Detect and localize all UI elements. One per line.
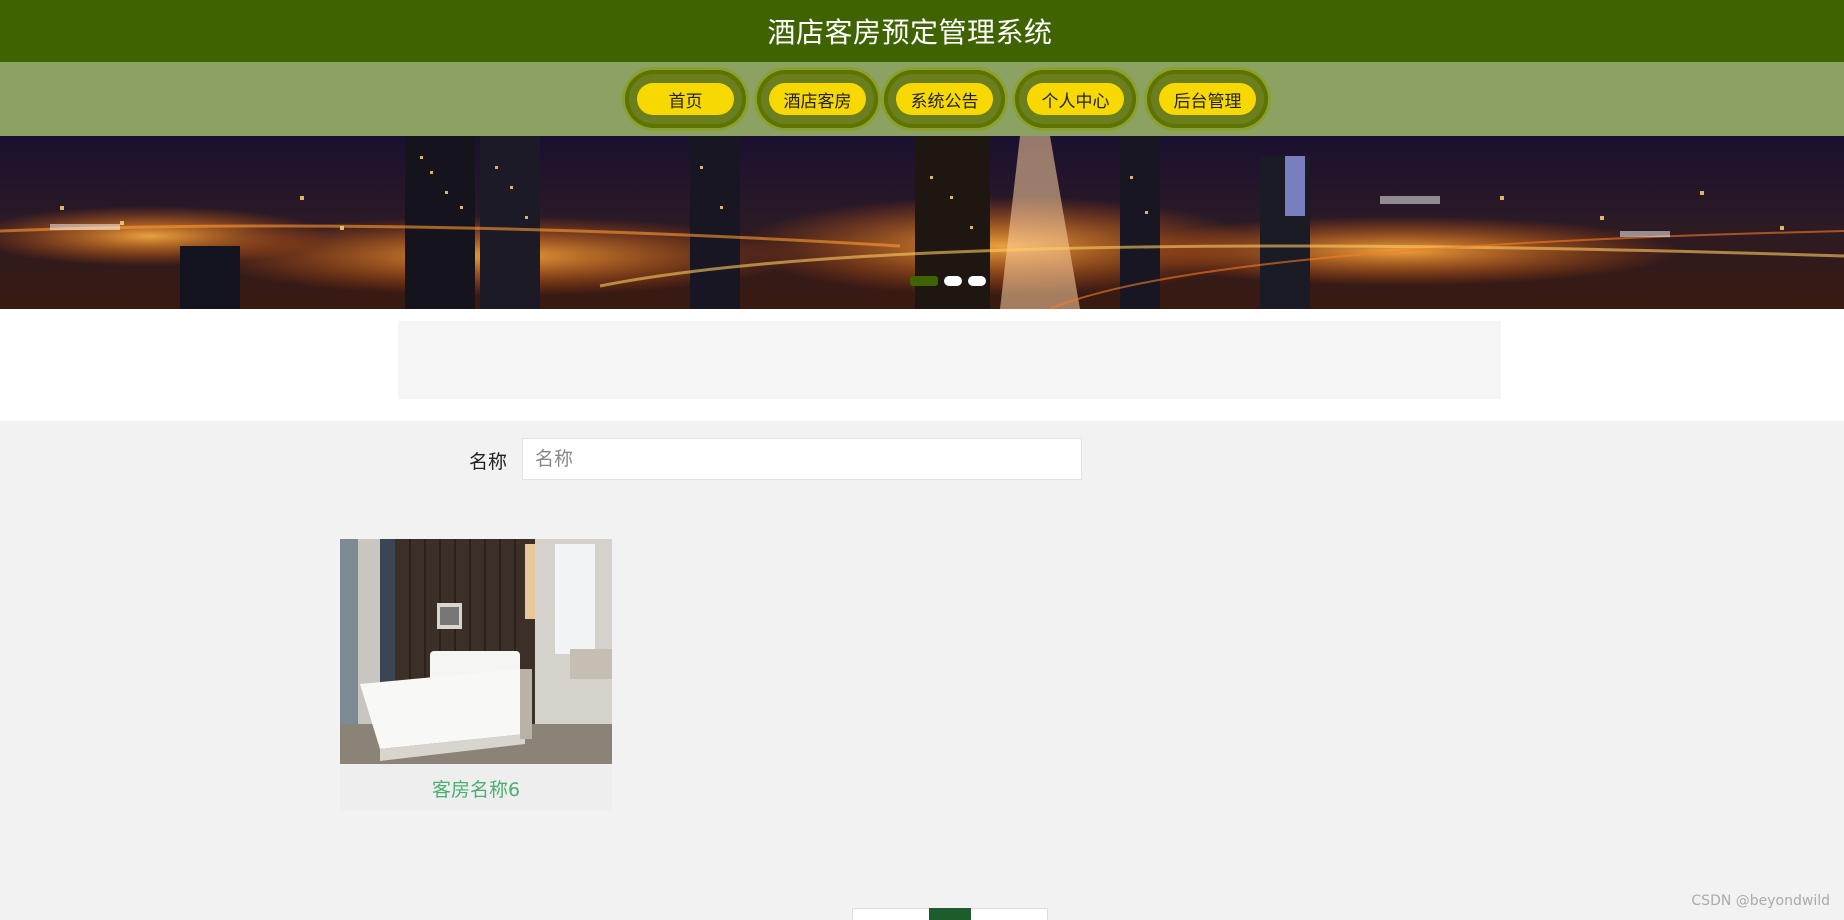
carousel-dot-2[interactable] (944, 276, 962, 286)
main-nav: 首页 酒店客房 系统公告 个人中心 后台管理 (0, 62, 1844, 136)
banner-carousel[interactable] (0, 136, 1844, 309)
nav-item-label: 后台管理 (1159, 83, 1256, 115)
nav-item-profile[interactable]: 个人中心 (1015, 70, 1136, 128)
pagination (852, 908, 1048, 920)
site-title: 酒店客房预定管理系统 (767, 16, 1053, 49)
site-header: 酒店客房预定管理系统 (0, 0, 1844, 62)
carousel-dot-1[interactable] (910, 276, 938, 286)
nav-item-label: 首页 (637, 83, 734, 115)
nav-item-home[interactable]: 首页 (625, 70, 746, 128)
search-input[interactable] (522, 438, 1082, 480)
nav-item-label: 个人中心 (1027, 83, 1124, 115)
carousel-indicators (910, 276, 986, 286)
room-name[interactable]: 客房名称6 (340, 775, 612, 802)
pagination-current-page[interactable] (929, 908, 971, 920)
nav-item-rooms[interactable]: 酒店客房 (757, 70, 878, 128)
nav-item-label: 酒店客房 (769, 83, 866, 115)
notice-box (398, 321, 1501, 399)
nav-item-announcements[interactable]: 系统公告 (884, 70, 1005, 128)
nav-item-label: 系统公告 (896, 83, 993, 115)
nav-item-admin[interactable]: 后台管理 (1147, 70, 1268, 128)
carousel-dot-3[interactable] (968, 276, 986, 286)
watermark: CSDN @beyondwild (1691, 893, 1830, 909)
room-card[interactable]: 客房名称6 (340, 539, 612, 811)
room-image[interactable] (340, 539, 612, 764)
search-label: 名称 (469, 451, 508, 473)
